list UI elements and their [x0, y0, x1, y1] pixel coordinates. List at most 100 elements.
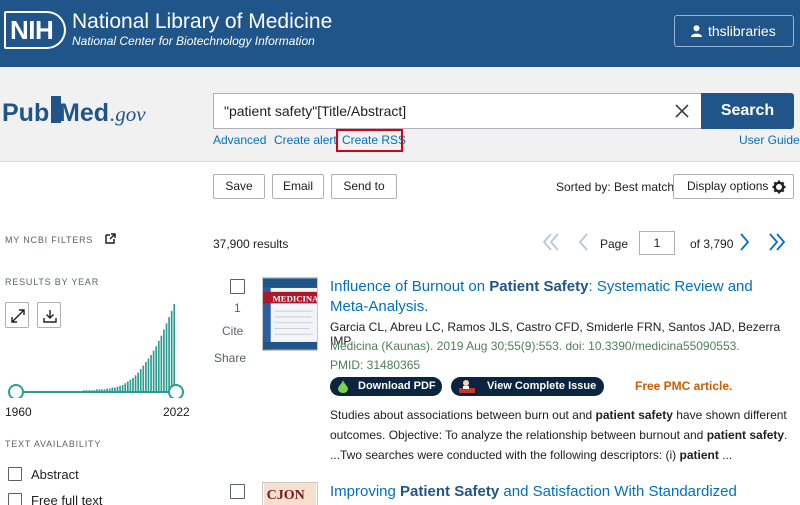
cite-button[interactable]: Cite [222, 324, 243, 338]
year-bar[interactable] [165, 323, 168, 392]
results-by-year-heading: RESULTS BY YEAR [5, 277, 100, 287]
year-bar[interactable] [168, 317, 170, 392]
snippet-text: ... [718, 448, 733, 462]
year-bar[interactable] [173, 304, 176, 392]
first-page-icon[interactable] [542, 232, 560, 252]
sort-order-label[interactable]: Sorted by: Best match [556, 180, 674, 194]
my-ncbi-filters-heading[interactable]: MY NCBI FILTERS [5, 233, 116, 245]
download-pdf-button[interactable]: Download PDF [330, 377, 442, 396]
result-1-checkbox[interactable] [230, 279, 245, 294]
free-pmc-badge: Free PMC article. [635, 379, 733, 393]
pubmed-logo-med: Med [59, 99, 109, 127]
year-bar[interactable] [155, 346, 158, 392]
year-bar[interactable] [132, 377, 134, 392]
clear-search-button[interactable] [669, 98, 695, 124]
text-availability-heading: TEXT AVAILABILITY [5, 439, 102, 449]
email-button[interactable]: Email [272, 174, 324, 199]
year-bar[interactable] [129, 379, 132, 392]
ncbi-subtitle: National Center for Biotechnology Inform… [72, 34, 315, 48]
result-2-checkbox[interactable] [230, 484, 245, 499]
year-end-label: 2022 [163, 405, 190, 419]
year-bar[interactable] [126, 381, 129, 392]
year-bar[interactable] [139, 369, 142, 392]
snippet-highlight: patient safety [595, 408, 673, 422]
create-alert-link[interactable]: Create alert [274, 133, 337, 147]
year-bar[interactable] [142, 365, 145, 392]
display-options-label: Display options [687, 179, 769, 193]
issue-reader-icon [459, 380, 475, 393]
page-total: of 3,790 [690, 237, 734, 251]
user-account-button[interactable]: thslibraries [674, 15, 794, 47]
year-bar[interactable] [150, 355, 152, 392]
nih-logo[interactable]: NIH [4, 11, 66, 49]
year-range-start-handle[interactable] [8, 384, 24, 398]
result-snippet: Studies about associations between burn … [330, 405, 790, 465]
result-pmid: PMID: 31480365 [330, 358, 421, 372]
close-icon [675, 104, 689, 118]
gear-icon [772, 180, 786, 194]
year-bar[interactable] [137, 372, 139, 392]
search-input[interactable] [214, 94, 664, 128]
page-number-input[interactable]: 1 [639, 231, 675, 255]
snippet-highlight: patient [679, 448, 719, 462]
next-page-icon[interactable] [739, 232, 751, 252]
rss-highlight-box [336, 129, 403, 152]
year-bar[interactable] [160, 335, 163, 392]
user-icon [691, 17, 702, 47]
result-number: 1 [234, 301, 241, 315]
svg-text:CJON: CJON [267, 488, 305, 503]
abstract-filter-checkbox[interactable] [8, 467, 22, 481]
last-page-icon[interactable] [768, 232, 786, 252]
year-start-label: 1960 [5, 405, 32, 419]
pubmed-logo[interactable]: Pub Med .gov [2, 94, 152, 134]
title-highlight: Patient Safety [400, 483, 500, 500]
free-full-text-checkbox[interactable] [8, 493, 22, 505]
view-issue-label: View Complete Issue [487, 380, 597, 392]
abstract-filter-label[interactable]: Abstract [31, 467, 79, 482]
search-box [213, 93, 701, 129]
year-bar[interactable] [121, 384, 124, 392]
page-label: Page [600, 237, 629, 251]
username: thslibraries [708, 23, 776, 39]
advanced-search-link[interactable]: Advanced [213, 133, 266, 147]
result-journal-citation: Medicina (Kaunas). 2019 Aug 30;55(9):553… [330, 339, 740, 353]
title-text: Influence of Burnout on [330, 278, 490, 295]
external-link-icon [104, 233, 116, 244]
search-band: Pub Med .gov Search Advanced Create aler… [0, 67, 800, 162]
year-bar[interactable] [152, 350, 155, 392]
send-to-button[interactable]: Send to [331, 174, 397, 199]
user-guide-link[interactable]: User Guide [739, 133, 800, 147]
year-bar[interactable] [163, 329, 165, 392]
year-bar[interactable] [147, 358, 150, 392]
share-button[interactable]: Share [214, 351, 246, 365]
results-by-year-chart[interactable] [6, 298, 186, 398]
download-pdf-label: Download PDF [358, 380, 436, 392]
free-full-text-label[interactable]: Free full text [31, 493, 103, 505]
pubmed-logo-pub: Pub [2, 99, 49, 127]
year-range-end-handle[interactable] [168, 384, 184, 398]
search-button[interactable]: Search [701, 93, 794, 129]
snippet-text: Studies about associations between burn … [330, 408, 596, 422]
year-bar[interactable] [157, 340, 160, 392]
result-2-title[interactable]: Improving Patient Safety and Satisfactio… [330, 482, 790, 505]
my-ncbi-filters-label: MY NCBI FILTERS [5, 235, 94, 245]
journal-cover-medicina[interactable]: MEDICINA [262, 277, 318, 351]
title-highlight: Patient Safety [489, 278, 589, 295]
previous-page-icon[interactable] [577, 232, 589, 252]
snippet-highlight: patient safety [706, 428, 785, 442]
result-1-title[interactable]: Influence of Burnout on Patient Safety: … [330, 277, 790, 317]
title-text: Improving [330, 483, 401, 500]
nlm-title[interactable]: National Library of Medicine [72, 10, 332, 34]
pubmed-logo-gov: .gov [110, 102, 146, 126]
year-bar[interactable] [124, 383, 127, 392]
year-bar[interactable] [134, 375, 137, 392]
view-complete-issue-button[interactable]: View Complete Issue [451, 377, 604, 396]
svg-text:MEDICINA: MEDICINA [273, 293, 318, 303]
results-count: 37,900 results [213, 237, 289, 251]
year-bar[interactable] [170, 311, 173, 392]
save-button[interactable]: Save [213, 174, 265, 199]
pdf-drop-icon [338, 380, 348, 393]
display-options-button[interactable]: Display options [673, 174, 794, 199]
year-bar[interactable] [145, 362, 147, 392]
journal-cover-cjon[interactable]: CJON [262, 482, 318, 505]
